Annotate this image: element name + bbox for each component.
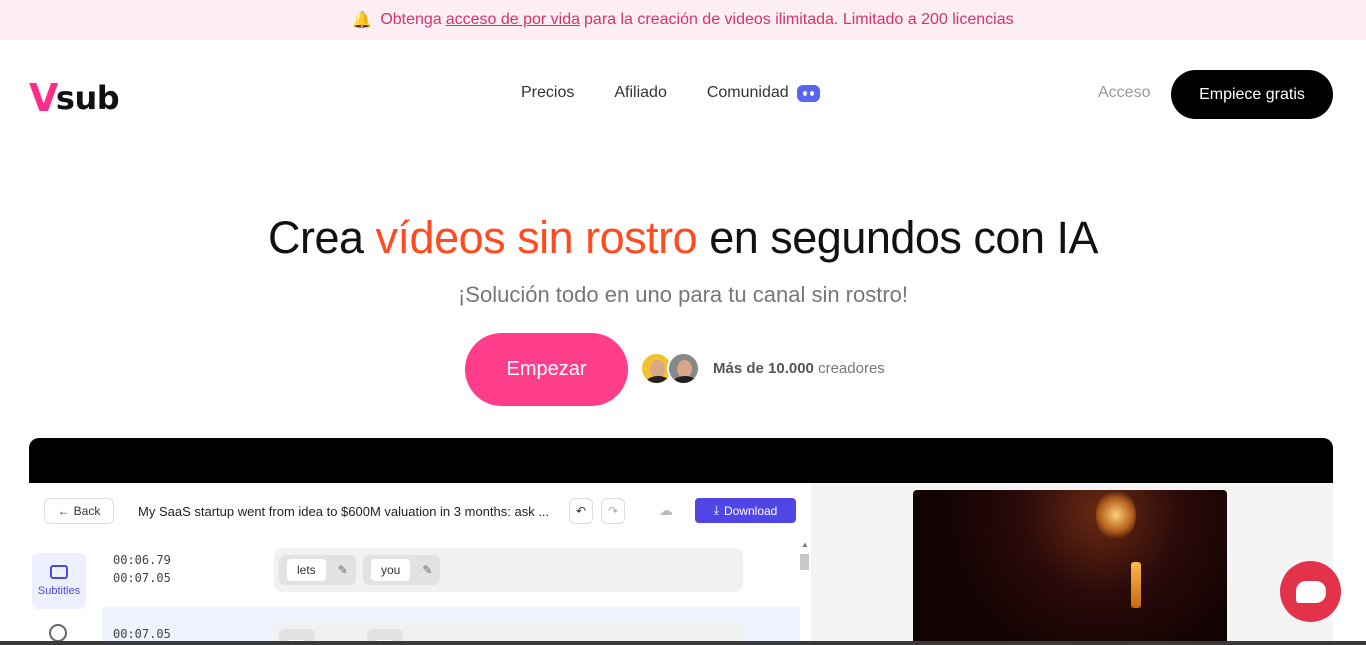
undo-button[interactable]: ↶ <box>569 498 593 524</box>
banner-link[interactable]: acceso de por vida <box>446 11 580 29</box>
start-button[interactable]: Empezar <box>465 333 628 406</box>
video-preview-panel <box>811 483 1333 645</box>
banner-text-pre: Obtenga <box>380 11 442 28</box>
redo-icon: ↷ <box>607 504 619 518</box>
hero-subtitle: ¡Solución todo en uno para tu canal sin … <box>457 282 909 307</box>
download-icon: ⤓ <box>713 503 719 517</box>
download-label: Download <box>723 503 778 518</box>
video-title: My SaaS startup went from idea to $600M … <box>138 504 550 519</box>
bell-icon: 🔔 <box>352 12 373 29</box>
subtitles-icon <box>50 565 68 579</box>
pencil-icon[interactable]: ✎ <box>422 563 432 577</box>
row-end-time: 00:07.05 <box>113 571 171 585</box>
logo-text: sub <box>55 79 120 117</box>
nav-link-affiliate[interactable]: Afiliado <box>614 84 666 102</box>
row-start-time: 00:06.79 <box>113 553 171 567</box>
tab-subtitles[interactable]: Subtitles <box>32 553 86 609</box>
subtitle-word-text[interactable]: lets <box>287 559 326 581</box>
video-player[interactable] <box>913 490 1227 645</box>
pencil-icon[interactable]: ✎ <box>338 563 348 577</box>
promo-banner: 🔔 Obtenga acceso de por vida para la cre… <box>0 0 1366 40</box>
subtitle-word[interactable]: lets ✎ <box>279 555 356 585</box>
cloud-icon: ☁ <box>659 502 673 518</box>
start-free-button[interactable]: Empiece gratis <box>1171 70 1333 119</box>
back-label: Back <box>73 504 101 518</box>
hero-title-post: en segundos con IA <box>709 212 1098 263</box>
hero-title: Crea vídeos sin rostro en segundos con I… <box>0 212 1366 264</box>
creator-avatars <box>640 352 700 385</box>
nav-links: Precios Afiliado Comunidad <box>521 84 820 102</box>
subtitle-row-time: 00:06.79 00:07.05 <box>113 551 171 587</box>
creators-count-bold: Más de 10.000 <box>713 360 814 377</box>
logo-v: V <box>29 76 58 120</box>
login-link[interactable]: Acceso <box>1098 84 1150 102</box>
download-button[interactable]: ⤓ Download <box>695 498 796 523</box>
redo-button[interactable]: ↷ <box>601 498 625 524</box>
nav-link-community-label: Comunidad <box>706 84 789 101</box>
tab-subtitles-label: Subtitles <box>37 585 81 597</box>
video-frame-light <box>1096 490 1136 540</box>
scrollbar-thumb[interactable] <box>800 554 809 570</box>
palette-icon[interactable] <box>49 624 67 642</box>
creators-count: Más de 10.000 creadores <box>713 360 885 377</box>
avatar <box>667 352 700 385</box>
discord-icon <box>796 84 820 102</box>
subtitle-row[interactable]: lets ✎ you ✎ <box>274 548 743 592</box>
subtitle-word[interactable]: you ✎ <box>363 555 441 585</box>
undo-icon: ↶ <box>575 504 587 518</box>
vsub-logo[interactable]: V sub <box>29 76 120 120</box>
top-navigation: V sub Precios Afiliado Comunidad Acceso … <box>0 40 1366 148</box>
back-arrow-icon: ← <box>57 504 70 518</box>
chat-widget-button[interactable] <box>1280 561 1341 622</box>
subtitle-word-text[interactable]: you <box>371 559 411 581</box>
bottom-edge <box>0 641 1366 645</box>
scrollbar[interactable]: ▲ <box>800 540 809 645</box>
nav-link-pricing[interactable]: Precios <box>521 84 574 102</box>
scroll-up-icon[interactable]: ▲ <box>801 540 809 549</box>
hero-title-accent: vídeos sin rostro <box>375 212 698 263</box>
banner-text-post: para la creación de videos ilimitada. Li… <box>584 11 1014 28</box>
hero-title-pre: Crea <box>267 212 364 263</box>
creators-count-label: creadores <box>818 360 885 377</box>
back-button[interactable]: ← Back <box>44 498 114 524</box>
video-frame-light <box>1131 562 1141 608</box>
chat-bubble-icon <box>1295 580 1326 603</box>
editor-panel: ← Back My SaaS startup went from idea to… <box>29 483 811 645</box>
app-preview-window: ← Back My SaaS startup went from idea to… <box>29 438 1333 645</box>
nav-link-community[interactable]: Comunidad <box>707 84 820 102</box>
